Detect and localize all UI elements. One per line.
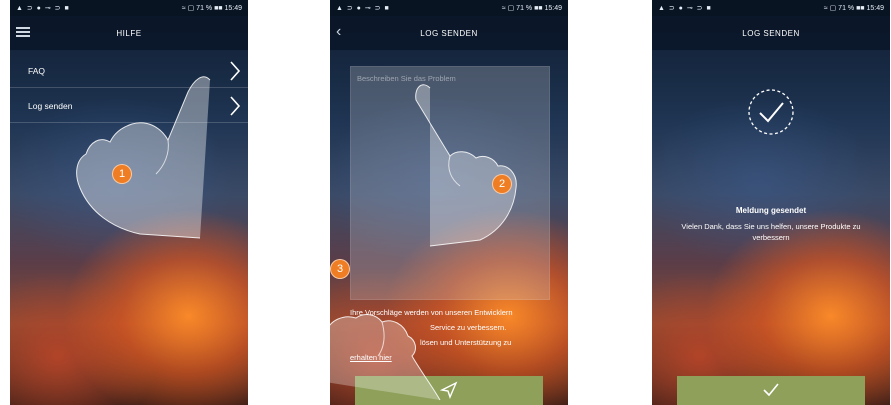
phone-screen-message-sent: ▲ ⊃ ● ⊸ ⊃ ■ ≈ ▢ 71 % ■■ 15:49 LOG SENDEN…: [652, 0, 890, 405]
menu-item-label: FAQ: [28, 65, 46, 76]
phone-screen-send-log: ▲ ⊃ ● ⊸ ⊃ ■ ≈ ▢ 71 % ■■ 15:49 ‹ LOG SEND…: [330, 0, 568, 405]
title-bar: HILFE: [10, 16, 248, 50]
message-body: Vielen Dank, dass Sie uns helfen, unsere…: [681, 222, 861, 242]
status-right: ≈ ▢ 71 % ■■ 15:49: [501, 5, 562, 12]
chevron-right-icon: [230, 61, 241, 81]
menu-item-label: Log senden: [28, 100, 73, 111]
menu-item-faq[interactable]: FAQ: [10, 54, 248, 88]
status-icons: ▲ ⊃ ● ⊸ ⊃ ■: [336, 5, 390, 12]
send-button[interactable]: [355, 376, 543, 405]
page-title: LOG SENDEN: [742, 28, 800, 38]
info-line: lösen und Unterstützung zu: [420, 338, 512, 347]
status-right: ≈ ▢ 71 % ■■ 15:49: [181, 5, 242, 12]
title-bar: ‹ LOG SENDEN: [330, 16, 568, 50]
message-title: Meldung gesendet: [735, 206, 807, 215]
step-badge-3: 3: [330, 259, 350, 279]
page-title: HILFE: [116, 28, 142, 38]
step-badge-2: 2: [492, 174, 512, 194]
textarea-placeholder: Beschreiben Sie das Problem: [357, 74, 456, 83]
send-icon: [440, 381, 458, 399]
status-icons: ▲ ⊃ ● ⊸ ⊃ ■: [16, 5, 70, 12]
title-bar: LOG SENDEN: [652, 16, 890, 50]
phone-screen-help: ▲ ⊃ ● ⊸ ⊃ ■ ≈ ▢ 71 % ■■ 15:49 HILFE FAQ …: [10, 0, 248, 405]
back-icon[interactable]: ‹: [336, 24, 342, 40]
status-bar: ▲ ⊃ ● ⊸ ⊃ ■ ≈ ▢ 71 % ■■ 15:49: [330, 0, 568, 16]
info-text: Ihre Vorschläge werden von unseren Entwi…: [350, 305, 555, 365]
info-line: Ihre Vorschläge werden von unseren Entwi…: [350, 308, 513, 317]
info-line: Service zu verbessern.: [430, 323, 507, 332]
success-check-icon: [748, 89, 794, 135]
status-icons: ▲ ⊃ ● ⊸ ⊃ ■: [658, 5, 712, 12]
check-icon: [763, 383, 779, 397]
problem-description-field[interactable]: Beschreiben Sie das Problem: [350, 66, 550, 300]
step-badge-1: 1: [112, 164, 132, 184]
menu-item-log-senden[interactable]: Log senden: [10, 89, 248, 123]
page-title: LOG SENDEN: [420, 28, 478, 38]
menu-icon[interactable]: [16, 27, 30, 37]
chevron-right-icon: [230, 96, 241, 116]
status-bar: ▲ ⊃ ● ⊸ ⊃ ■ ≈ ▢ 71 % ■■ 15:49: [652, 0, 890, 16]
status-bar: ▲ ⊃ ● ⊸ ⊃ ■ ≈ ▢ 71 % ■■ 15:49: [10, 0, 248, 16]
info-link[interactable]: erhalten hier: [350, 350, 555, 365]
confirm-button[interactable]: [677, 376, 865, 405]
status-right: ≈ ▢ 71 % ■■ 15:49: [823, 5, 884, 12]
